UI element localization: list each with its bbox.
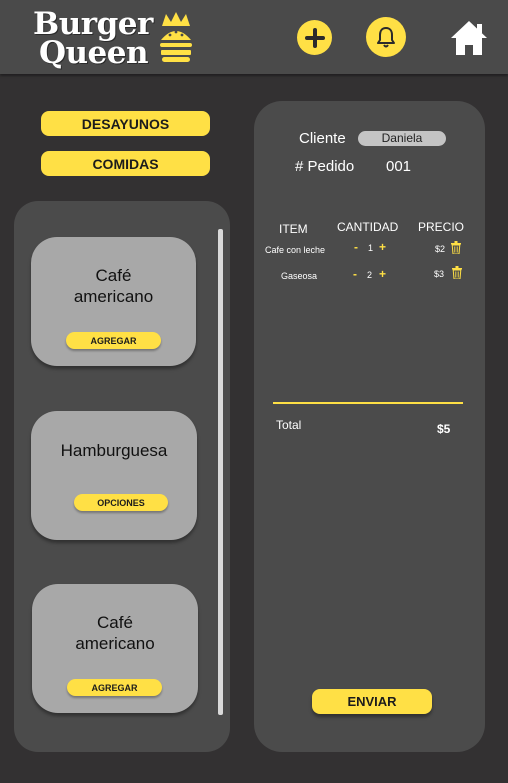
- plus-icon: [304, 27, 325, 48]
- add-button[interactable]: [297, 20, 332, 55]
- item-price: $2: [435, 244, 446, 254]
- decrease-quantity-button[interactable]: -: [354, 240, 358, 254]
- bell-icon: [377, 27, 395, 48]
- home-button[interactable]: [450, 19, 488, 57]
- order-item-name: Gaseosa: [281, 271, 318, 281]
- category-meals-button[interactable]: COMIDAS: [41, 151, 210, 176]
- item-options-button[interactable]: OPCIONES: [74, 494, 168, 511]
- app: Burger Queen DESAYUNOS COMIDAS Café amer…: [0, 0, 508, 783]
- menu-item-name: Café americano: [73, 266, 154, 306]
- trash-icon[interactable]: [452, 266, 462, 279]
- home-icon: [451, 21, 487, 55]
- decrease-quantity-button[interactable]: -: [353, 267, 357, 281]
- add-item-button[interactable]: AGREGAR: [66, 332, 161, 349]
- column-header-item: ITEM: [279, 222, 308, 236]
- menu-item-card: Café americano AGREGAR: [31, 237, 196, 366]
- menu-item-name: Café americano: [75, 613, 155, 653]
- notifications-button[interactable]: [366, 17, 406, 57]
- total-value: $5: [437, 422, 451, 436]
- send-order-button[interactable]: ENVIAR: [312, 689, 432, 714]
- menu-item-card: Hamburguesa OPCIONES: [31, 411, 197, 540]
- client-label: Cliente: [299, 130, 346, 147]
- order-item-name: Cafe con leche: [265, 245, 326, 255]
- menu-item-card: Café americano AGREGAR: [32, 584, 198, 713]
- column-header-quantity: CANTIDAD: [337, 220, 399, 234]
- category-breakfast-button[interactable]: DESAYUNOS: [41, 111, 210, 136]
- increase-quantity-button[interactable]: +: [379, 267, 386, 281]
- item-price: $3: [434, 269, 445, 279]
- item-quantity: 2: [367, 270, 373, 280]
- crown-burger-icon: [160, 12, 192, 62]
- order-number-value: 001: [386, 158, 412, 175]
- item-quantity: 1: [368, 243, 374, 253]
- menu-item-name: Hamburguesa: [60, 441, 168, 460]
- menu-panel: Café americano AGREGAR Hamburguesa OPCIO…: [14, 201, 230, 752]
- increase-quantity-button[interactable]: +: [379, 240, 386, 254]
- logo-line-2: Queen: [39, 35, 149, 71]
- menu-scrollbar[interactable]: [218, 229, 223, 715]
- logo: Burger Queen: [33, 8, 203, 70]
- trash-icon[interactable]: [451, 241, 461, 254]
- total-label: Total: [276, 418, 302, 432]
- order-panel: Cliente Daniela # Pedido 001 ITEM CANTID…: [254, 101, 485, 752]
- order-number-label: # Pedido: [295, 158, 355, 175]
- add-item-button[interactable]: AGREGAR: [67, 679, 162, 696]
- total-divider: [273, 402, 463, 404]
- client-name-field[interactable]: Daniela: [358, 131, 446, 146]
- top-bar: Burger Queen: [0, 0, 508, 74]
- column-header-price: PRECIO: [418, 220, 465, 234]
